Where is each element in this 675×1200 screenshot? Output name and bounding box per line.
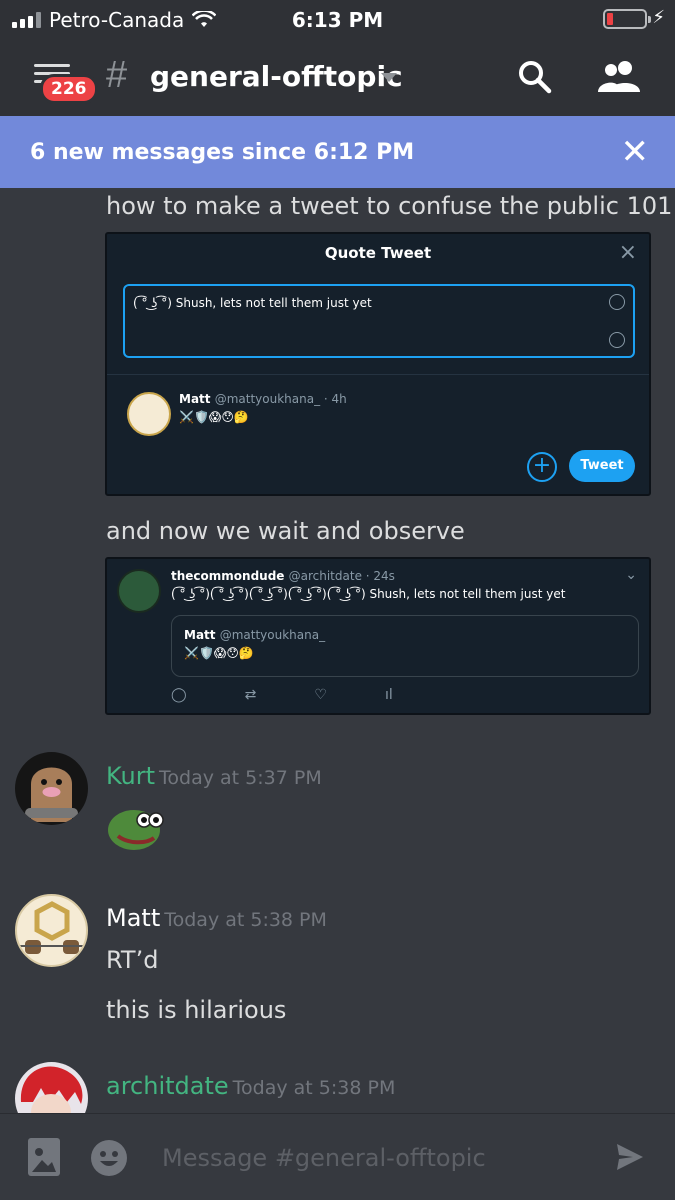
tweet-text: ( ͡° ͜ʖ ͡°)( ͡° ͜ʖ ͡°)( ͡° ͜ʖ ͡°)( ͡° ͜ʖ… <box>171 587 566 601</box>
image-upload-icon[interactable] <box>28 1138 60 1176</box>
avatar <box>117 569 161 613</box>
avatar[interactable] <box>15 894 88 967</box>
send-icon[interactable] <box>615 1142 645 1172</box>
timestamp: Today at 5:37 PM <box>159 767 322 789</box>
message-text: this is hilarious <box>106 996 287 1024</box>
quoted-user-name: Matt <box>179 392 211 406</box>
search-icon[interactable] <box>516 58 552 94</box>
hash-icon: # <box>106 54 128 96</box>
battery-icon <box>603 9 651 29</box>
username-text: Kurt <box>106 762 156 790</box>
quote-tweet-input: ( ͡° ͜ʖ ͡°) Shush, lets not tell them ju… <box>123 284 635 358</box>
tweet-user: thecommondude @architdate · 24s <box>171 569 395 583</box>
stats-icon: ıl <box>384 687 393 703</box>
like-icon: ♡ <box>314 687 327 703</box>
chevron-down-icon: ⌄ <box>625 567 637 583</box>
message-input[interactable]: Message #general-offtopic <box>162 1144 486 1172</box>
status-bar: Petro-Canada 6:13 PM ⚡ <box>0 0 675 40</box>
username[interactable]: Matt Today at 5:38 PM <box>106 904 327 932</box>
username[interactable]: Kurt Today at 5:37 PM <box>106 762 322 790</box>
matt-avatar-icon <box>17 901 86 954</box>
plus-icon: + <box>527 452 557 482</box>
retweet-icon: ⇄ <box>244 687 257 703</box>
username[interactable]: architdate Today at 5:38 PM <box>106 1072 395 1100</box>
close-icon[interactable]: ✕ <box>621 132 650 172</box>
pepe-emoji-icon <box>108 810 164 850</box>
quote-tweet-screenshot[interactable]: Quote Tweet × ( ͡° ͜ʖ ͡°) Shush, lets no… <box>105 232 651 496</box>
channel-header: 226 # general-offtopic <box>0 40 675 116</box>
message-text: how to make a tweet to confuse the publi… <box>106 192 673 220</box>
tweet-user-handle: @architdate · 24s <box>288 569 395 583</box>
message-text: and now we wait and observe <box>106 517 465 545</box>
close-icon: × <box>618 240 637 265</box>
clock: 6:13 PM <box>291 8 384 32</box>
message-composer: Message #general-offtopic <box>0 1113 675 1200</box>
new-messages-text: 6 new messages since 6:12 PM <box>30 140 415 165</box>
diglett-avatar-icon <box>25 767 78 822</box>
message-text: RT’d <box>106 946 159 974</box>
timestamp: Today at 5:38 PM <box>232 1077 396 1099</box>
quote-tweet-input-text: ( ͡° ͜ʖ ͡°) Shush, lets not tell them ju… <box>133 296 372 310</box>
members-icon[interactable] <box>598 58 642 94</box>
reply-icon: ◯ <box>171 687 187 703</box>
unread-badge: 226 <box>40 74 98 104</box>
charging-icon: ⚡ <box>652 7 665 28</box>
quoted-user-bio: ⚔️🛡️😱😯🤔 <box>179 410 249 424</box>
username-text: Matt <box>106 904 161 932</box>
tweet-user-name: thecommondude <box>171 569 285 583</box>
avatar[interactable] <box>15 752 88 825</box>
avatar <box>127 392 171 436</box>
quoted-user-name: Matt <box>184 628 216 642</box>
progress-ring-icon <box>609 332 625 348</box>
quoted-user-bio: ⚔️🛡️😱😯🤔 <box>184 646 254 660</box>
new-messages-bar[interactable]: 6 new messages since 6:12 PM ✕ <box>0 116 675 188</box>
quoted-user: Matt @mattyoukhana_ · 4h <box>179 392 347 406</box>
timestamp: Today at 5:38 PM <box>164 909 327 931</box>
emoji-picker-icon[interactable] <box>91 1140 127 1176</box>
quoted-tweet-card: Matt @mattyoukhana_ ⚔️🛡️😱😯🤔 <box>171 615 639 677</box>
tweet-screenshot[interactable]: thecommondude @architdate · 24s ( ͡° ͜ʖ … <box>105 557 651 715</box>
image-icon <box>32 1148 56 1172</box>
tweet-actions: ◯ ⇄ ♡ ıl <box>171 687 393 703</box>
tweet-button: Tweet <box>569 450 635 482</box>
quote-tweet-title: Quote Tweet <box>324 244 432 262</box>
divider <box>107 374 649 375</box>
emoji-icon <box>609 294 625 310</box>
quoted-user-handle: @mattyoukhana_ <box>219 628 326 642</box>
quoted-user: Matt @mattyoukhana_ <box>184 628 325 642</box>
smile-icon <box>100 1151 118 1166</box>
username-text: architdate <box>106 1072 229 1100</box>
channel-name[interactable]: general-offtopic <box>150 60 403 93</box>
quoted-user-handle: @mattyoukhana_ · 4h <box>214 392 347 406</box>
chevron-down-icon[interactable] <box>381 73 397 82</box>
